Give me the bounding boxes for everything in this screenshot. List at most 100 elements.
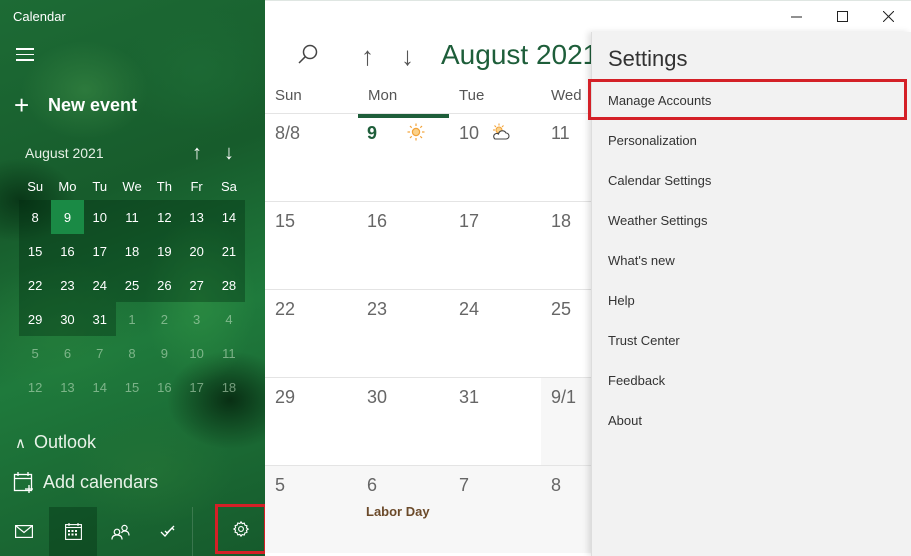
mini-day[interactable]: 24 — [83, 268, 116, 302]
sunny-weather-icon[interactable] — [407, 123, 425, 146]
day-number: 6 — [367, 475, 378, 495]
hamburger-menu-button[interactable] — [16, 48, 34, 62]
mini-day[interactable]: 14 — [84, 370, 116, 404]
day-cell[interactable]: 9/1 — [541, 378, 591, 465]
mini-day[interactable]: 16 — [51, 234, 84, 268]
new-event-button[interactable]: + New event — [14, 92, 137, 118]
todo-nav-button[interactable] — [145, 507, 193, 556]
mini-day[interactable]: 18 — [115, 234, 149, 268]
mini-day[interactable]: 2 — [148, 302, 180, 336]
people-nav-button[interactable] — [97, 507, 145, 556]
mini-day[interactable]: 15 — [116, 370, 148, 404]
mini-day[interactable]: 21 — [212, 234, 246, 268]
mini-day[interactable]: 20 — [180, 234, 213, 268]
settings-item-feedback[interactable]: Feedback — [608, 373, 898, 388]
mini-day[interactable]: 31 — [83, 302, 116, 336]
day-cell[interactable]: 15 — [265, 202, 357, 289]
day-cell-today[interactable]: 9 — [357, 114, 449, 201]
mini-day[interactable]: 14 — [212, 200, 246, 234]
calendar-nav-button[interactable] — [49, 507, 97, 556]
day-cell[interactable]: 29 — [265, 378, 357, 465]
day-cell[interactable]: 24 — [449, 290, 541, 377]
mini-day[interactable]: 11 — [115, 200, 149, 234]
day-cell[interactable]: 23 — [357, 290, 449, 377]
mini-calendar-month[interactable]: August 2021 — [25, 145, 181, 161]
mini-day[interactable]: 8 — [19, 200, 52, 234]
day-cell[interactable]: 17 — [449, 202, 541, 289]
mini-day[interactable]: 5 — [19, 336, 51, 370]
mini-day[interactable]: 9 — [148, 336, 180, 370]
holiday-event[interactable]: Labor Day — [366, 504, 430, 519]
mini-day[interactable]: 26 — [148, 268, 181, 302]
day-cell[interactable]: 6 Labor Day — [357, 466, 449, 553]
mini-day[interactable]: 7 — [84, 336, 116, 370]
mini-day[interactable]: 13 — [180, 200, 213, 234]
weekday-header: Tue — [459, 87, 485, 104]
day-cell[interactable]: 31 — [449, 378, 541, 465]
settings-item-personalization[interactable]: Personalization — [608, 133, 898, 148]
day-cell[interactable]: 16 — [357, 202, 449, 289]
minimize-button[interactable] — [773, 0, 819, 32]
search-button[interactable] — [297, 43, 319, 70]
mini-next-month-arrow-down-icon[interactable]: ↓ — [213, 142, 245, 165]
settings-item-what-s-new[interactable]: What's new — [608, 253, 898, 268]
day-number: 29 — [275, 387, 296, 407]
mini-day[interactable]: 6 — [51, 336, 83, 370]
mini-day[interactable]: 19 — [148, 234, 181, 268]
day-cell[interactable]: 18 — [541, 202, 591, 289]
next-month-arrow-down-icon[interactable]: ↓ — [401, 41, 414, 72]
day-cell[interactable]: 10 — [449, 114, 541, 201]
mini-prev-month-arrow-up-icon[interactable]: ↑ — [181, 142, 213, 165]
mini-day[interactable]: 16 — [148, 370, 180, 404]
mini-day[interactable]: 25 — [115, 268, 149, 302]
mini-day-today[interactable]: 9 — [51, 200, 84, 234]
settings-item-weather-settings[interactable]: Weather Settings — [608, 213, 898, 228]
mini-day[interactable]: 3 — [180, 302, 212, 336]
day-cell[interactable]: 7 — [449, 466, 541, 553]
mini-day[interactable]: 22 — [19, 268, 52, 302]
mini-weekday-label: Fr — [190, 178, 203, 194]
mini-day[interactable]: 11 — [213, 336, 245, 370]
mini-day[interactable]: 12 — [148, 200, 181, 234]
calendar-icon — [64, 523, 82, 540]
month-title: August 2021 — [441, 39, 599, 70]
day-number: 22 — [275, 299, 296, 319]
day-cell[interactable]: 5 — [265, 466, 357, 553]
mini-day[interactable]: 17 — [180, 370, 212, 404]
mini-day[interactable]: 15 — [19, 234, 52, 268]
day-cell[interactable]: 22 — [265, 290, 357, 377]
mini-day[interactable]: 10 — [83, 200, 116, 234]
mini-day[interactable]: 27 — [180, 268, 213, 302]
add-calendars-button[interactable]: Add calendars — [13, 471, 158, 493]
mini-day[interactable]: 17 — [83, 234, 116, 268]
day-cell[interactable]: 11 — [541, 114, 591, 201]
mini-day[interactable]: 13 — [51, 370, 83, 404]
maximize-button[interactable] — [819, 0, 865, 32]
day-cell[interactable]: 8 — [541, 466, 591, 553]
mini-day[interactable]: 28 — [212, 268, 246, 302]
day-cell[interactable]: 30 — [357, 378, 449, 465]
outlook-account-group[interactable]: ∧ Outlook — [15, 432, 96, 453]
settings-item-help[interactable]: Help — [608, 293, 898, 308]
mini-day[interactable]: 1 — [116, 302, 148, 336]
settings-nav-button[interactable] — [215, 504, 267, 554]
settings-item-about[interactable]: About — [608, 413, 898, 428]
partly-cloudy-weather-icon[interactable] — [491, 123, 511, 146]
mini-day[interactable]: 8 — [116, 336, 148, 370]
mini-day[interactable]: 18 — [213, 370, 245, 404]
day-cell[interactable]: 8/8 — [265, 114, 357, 201]
previous-month-arrow-up-icon[interactable]: ↑ — [361, 41, 374, 72]
day-cell[interactable]: 25 — [541, 290, 591, 377]
mail-nav-button[interactable] — [0, 507, 48, 556]
day-number: 11 — [551, 123, 570, 143]
mini-weekday-label: Mo — [58, 178, 77, 194]
mini-day[interactable]: 29 — [19, 302, 52, 336]
mini-day[interactable]: 23 — [51, 268, 84, 302]
settings-item-trust-center[interactable]: Trust Center — [608, 333, 898, 348]
mini-day[interactable]: 12 — [19, 370, 51, 404]
mini-day[interactable]: 30 — [51, 302, 84, 336]
mini-day[interactable]: 10 — [180, 336, 212, 370]
close-button[interactable] — [865, 0, 911, 32]
settings-item-calendar-settings[interactable]: Calendar Settings — [608, 173, 898, 188]
mini-day[interactable]: 4 — [213, 302, 245, 336]
